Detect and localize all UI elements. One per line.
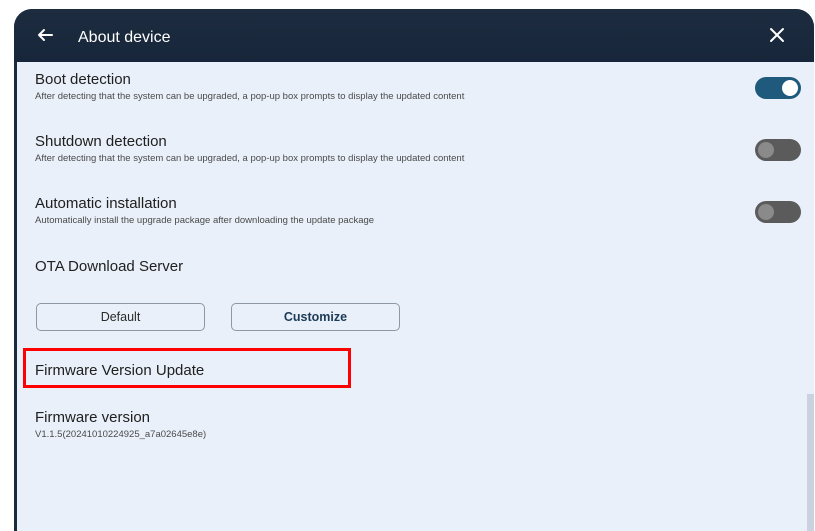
setting-automatic-installation: Automatic installation Automatically ins… [35, 195, 374, 226]
screenshot-frame: About device Boot detection After detect… [0, 0, 815, 531]
default-button[interactable]: Default [36, 303, 205, 331]
firmware-version-update[interactable]: Firmware Version Update [35, 362, 204, 379]
close-icon[interactable] [764, 22, 790, 48]
ota-title: OTA Download Server [35, 258, 184, 275]
toggle-knob [758, 142, 774, 158]
title-bar: About device [14, 9, 814, 62]
toggle-knob [782, 80, 798, 96]
arrow-left-icon[interactable] [32, 22, 58, 48]
scrollbar[interactable] [807, 394, 814, 531]
setting-name: Shutdown detection [35, 133, 167, 150]
shutdown-detection-toggle[interactable] [755, 139, 801, 161]
setting-description: After detecting that the system can be u… [35, 153, 465, 164]
boot-detection-toggle[interactable] [755, 77, 801, 99]
toggle-knob [758, 204, 774, 220]
firmware-version-value: V1.1.5(20241010224925_a7a02645e8e) [35, 429, 207, 440]
setting-description: Automatically install the upgrade packag… [35, 215, 375, 226]
automatic-installation-toggle[interactable] [755, 201, 801, 223]
ota-download-server: OTA Download Server [35, 258, 183, 275]
setting-boot-detection: Boot detection After detecting that the … [35, 71, 464, 102]
setting-name: Boot detection [35, 71, 131, 88]
device-window: About device Boot detection After detect… [14, 9, 814, 531]
firmware-version-label: Firmware version [35, 409, 151, 426]
page-title: About device [78, 29, 171, 46]
setting-shutdown-detection: Shutdown detection After detecting that … [35, 133, 464, 164]
setting-name: Automatic installation [35, 195, 177, 212]
firmware-version: Firmware version V1.1.5(20241010224925_a… [35, 409, 206, 440]
customize-button[interactable]: Customize [231, 303, 400, 331]
setting-description: After detecting that the system can be u… [35, 91, 465, 102]
settings-content: Boot detection After detecting that the … [17, 62, 814, 531]
firmware-update-label: Firmware Version Update [35, 362, 205, 379]
